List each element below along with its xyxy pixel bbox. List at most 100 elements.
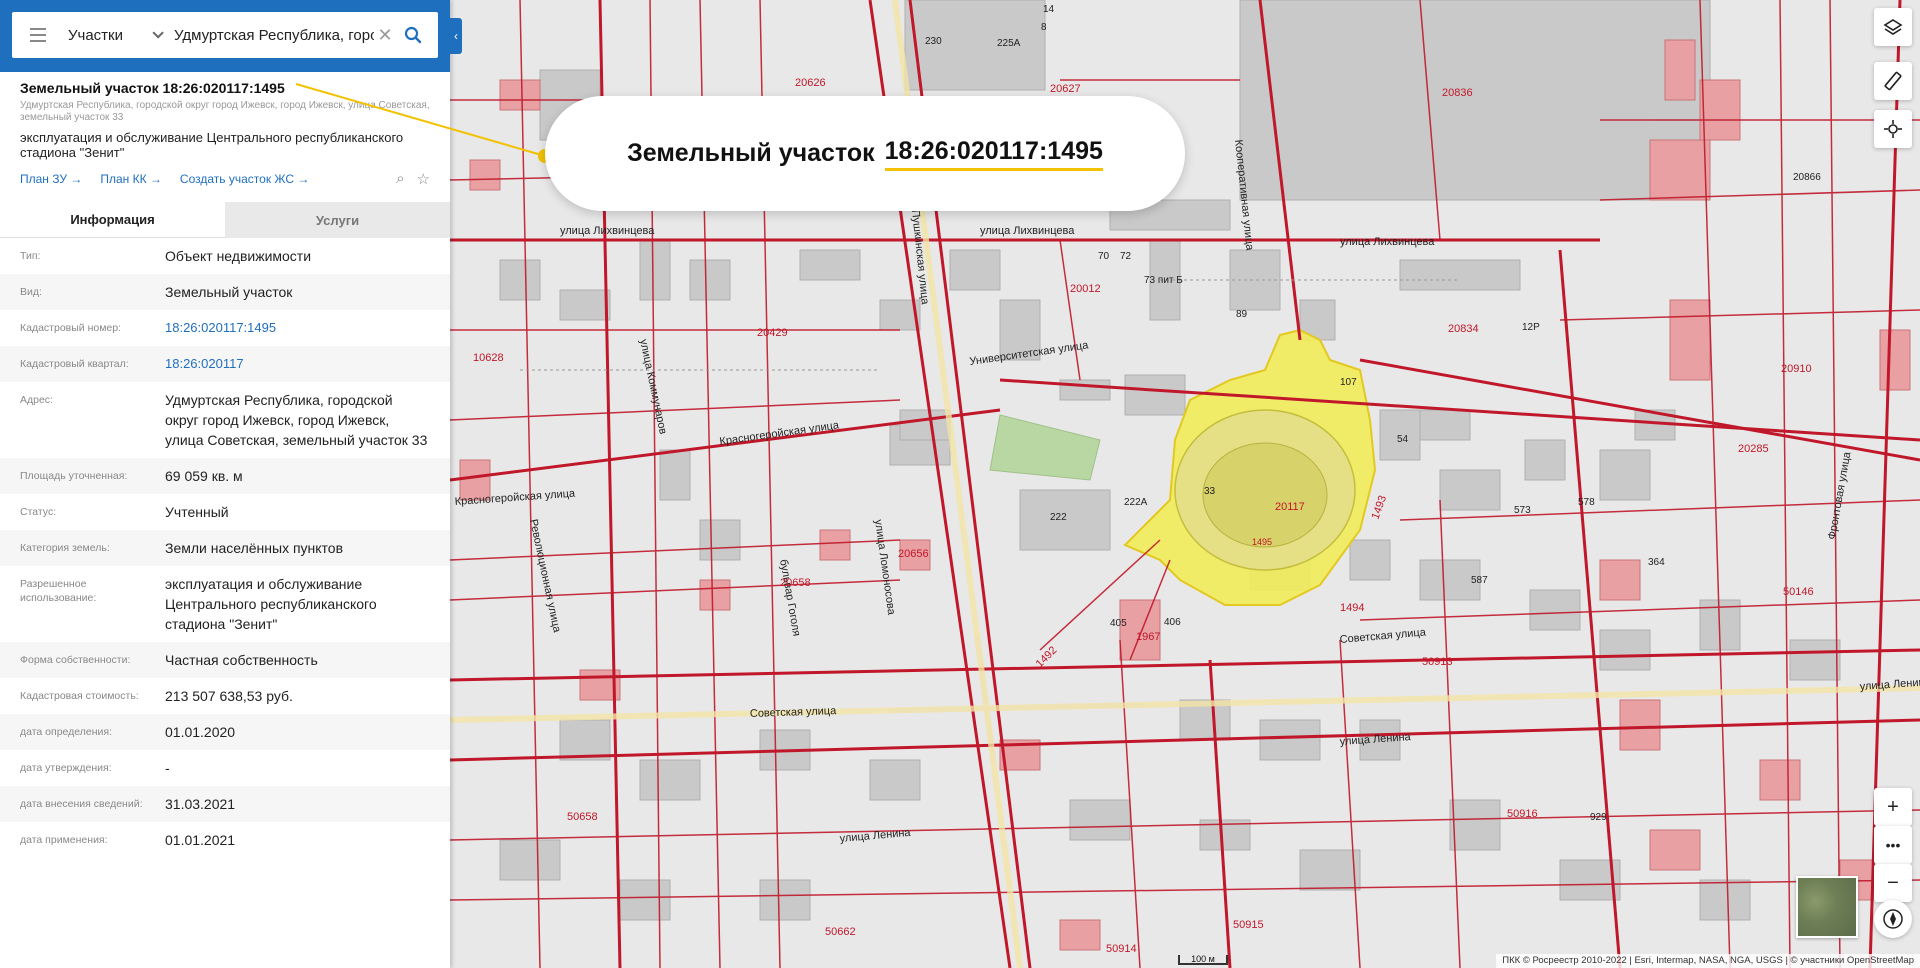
plan-kk-link[interactable]: План КК → [100,172,162,186]
info-value: 69 059 кв. м [165,468,243,484]
map-label: 364 [1648,557,1665,568]
info-label: дата определения: [20,726,113,738]
object-purpose: эксплуатация и обслуживание Центрального… [20,130,404,160]
map-label: 20429 [757,327,788,339]
info-row: Вид: Земельный участок [0,274,450,310]
map-label: 230 [925,36,942,47]
street-label: улица Лихвинцева [980,225,1075,237]
compass-button[interactable] [1874,900,1912,938]
map-label: 20627 [1050,83,1081,95]
info-label: дата внесения сведений: [20,798,143,810]
map-label: 50915 [1233,919,1264,931]
zoom-in-button[interactable]: + [1874,788,1912,826]
search-bar: Участки ✕ ‹ [0,0,462,72]
map-label: 1494 [1340,602,1364,614]
chevron-down-icon [152,27,164,39]
scale-bar: 100 м [1178,955,1228,965]
map-label: 20834 [1448,323,1479,335]
plan-zu-link[interactable]: План ЗУ → [20,172,82,186]
locate-button[interactable] [1874,110,1912,148]
map-label: 406 [1164,617,1181,628]
info-row: Площадь уточненная: 69 059 кв. м [0,458,450,494]
object-title: Земельный участок 18:26:020117:1495 [20,80,285,96]
info-value: Частная собственность [165,652,318,668]
search-icon [404,26,422,44]
info-row: Разрешенное использование: эксплуатация и… [0,566,450,642]
map-label: 72 [1120,251,1132,262]
clear-icon[interactable]: ✕ [374,25,396,46]
info-row: дата определения: 01.01.2020 [0,714,450,750]
cadastral-quarter-link[interactable]: 18:26:020117 [165,354,430,374]
object-type-select[interactable]: Участки [56,27,166,44]
parcel-callout: Земельный участок 18:26:020117:1495 [545,96,1185,211]
layers-icon [1883,19,1903,35]
map-label: 50146 [1783,586,1814,598]
search-box: Участки ✕ [12,12,438,58]
more-button[interactable]: ••• [1874,826,1912,864]
map-label: 20910 [1781,363,1812,375]
info-label: Вид: [20,286,42,298]
map-label: 20285 [1738,443,1769,455]
info-value: 31.03.2021 [165,796,236,812]
basemap-switcher[interactable] [1796,876,1858,938]
zoom-out-button[interactable]: − [1874,864,1912,902]
tab-info[interactable]: Информация [0,202,225,238]
info-label: Статус: [20,506,57,518]
info-label: Разрешенное использование: [20,578,97,604]
create-parcel-link[interactable]: Создать участок ЖС → [180,172,309,186]
info-value: Земли населённых пунктов [165,540,344,556]
map-label: 573 [1514,505,1531,516]
cadastral-number-link[interactable]: 18:26:020117:1495 [165,318,430,338]
map-label: 20836 [1442,87,1473,99]
info-label: дата утверждения: [20,762,112,774]
info-label: Кадастровый квартал: [20,358,129,370]
info-label: Площадь уточненная: [20,470,128,482]
zoom-to-object-icon[interactable]: ⌕ [396,170,404,188]
locate-icon [1884,120,1902,138]
info-value: Удмуртская Республика, городской округ г… [165,392,428,448]
map-label: 587 [1471,575,1488,586]
map-label: 12Р [1522,322,1540,333]
info-label: Кадастровый номер: [20,322,122,334]
map-label: 70 [1098,251,1110,262]
info-value: Учтенный [165,504,229,520]
info-value: эксплуатация и обслуживание Центрального… [165,576,377,632]
attribution: ПКК © Росреестр 2010-2022 | Esri, Interm… [1496,954,1920,968]
layers-button[interactable] [1874,8,1912,46]
map-label: 20012 [1070,283,1101,295]
sidebar-panel: Участки ✕ ‹ Земельный участок 18:26:0201… [0,0,462,968]
map-label: 50916 [1507,808,1538,820]
map-label: 50914 [1106,943,1137,955]
map-label: 14 [1043,4,1055,15]
map-label: 20656 [898,548,929,560]
street-label: улица Лихвинцева [1340,236,1435,248]
search-button[interactable] [396,18,430,52]
callout-number: 18:26:020117:1495 [884,137,1103,171]
info-value: 01.01.2021 [165,832,236,848]
map-label: 20117 [1275,501,1305,513]
info-label: Адрес: [20,394,53,406]
favorite-star-icon[interactable]: ☆ [417,170,430,188]
map-label: 20658 [780,577,811,589]
minus-icon: − [1887,871,1899,894]
map-label: 107 [1340,377,1357,388]
menu-icon[interactable] [20,17,56,53]
map-label: 222А [1124,497,1148,508]
object-header: Земельный участок 18:26:020117:1495 Удму… [0,72,450,190]
map-label: 54 [1397,434,1409,445]
info-row: дата утверждения: - [0,750,450,786]
map-label: 20866 [1793,172,1821,183]
info-row: Форма собственности: Частная собственност… [0,642,450,678]
search-input[interactable] [166,26,374,44]
map-label: 225А [997,38,1021,49]
tab-services[interactable]: Услуги [225,202,450,238]
compass-icon [1883,909,1903,929]
map-label: 929 [1590,812,1607,823]
ruler-button[interactable] [1874,62,1912,100]
info-label: Кадастровая стоимость: [20,690,139,702]
collapse-panel-button[interactable]: ‹ [450,18,462,54]
map-label: 89 [1236,309,1248,320]
map-label: 222 [1050,512,1067,523]
map-label: 50913 [1422,656,1453,668]
info-row: Кадастровый номер: 18:26:020117:1495 [0,310,450,346]
